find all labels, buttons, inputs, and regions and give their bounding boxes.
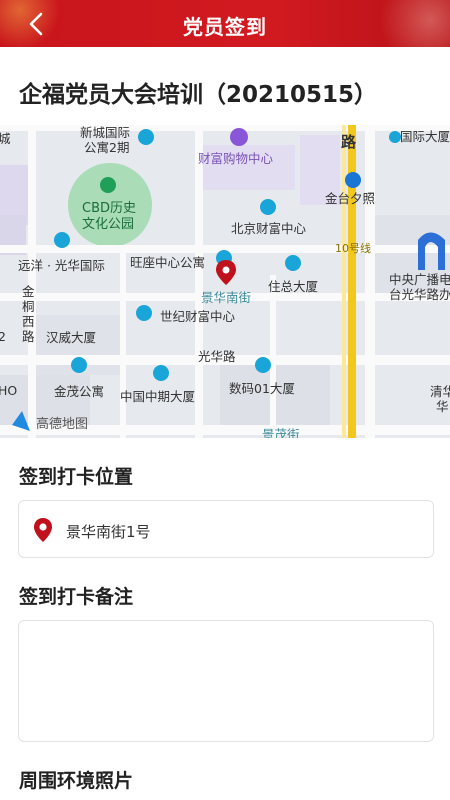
- poi-icon: [389, 132, 399, 142]
- map-label: 路: [341, 133, 357, 151]
- map-label: 公寓2期: [84, 140, 129, 155]
- map-label: HO: [0, 383, 17, 398]
- map-label: 2: [0, 329, 6, 344]
- checkin-remark-input[interactable]: [19, 621, 433, 741]
- checkin-remark-label: 签到打卡备注: [19, 586, 134, 608]
- map-label: 城: [0, 131, 11, 146]
- event-title: 企福党员大会培训（20210515）: [19, 82, 378, 108]
- metro-station-icon: [345, 172, 361, 188]
- location-pin-icon: [34, 518, 52, 542]
- map-label: CBD历史: [82, 201, 136, 216]
- map-label: 西: [22, 314, 35, 329]
- location-map[interactable]: 城 新城国际 公寓2期 财富购物中心 路 国际大厦 CBD历史 文化公园 金台夕…: [0, 125, 450, 438]
- poi-icon: [255, 357, 271, 373]
- map-label: 财富购物中心: [198, 151, 274, 166]
- map-label: 金: [22, 284, 35, 299]
- map-label: 景茂街: [262, 427, 300, 438]
- map-label: 北京财富中心: [231, 221, 307, 236]
- map-label: 10号线: [335, 241, 371, 255]
- map-label: 台光华路办: [389, 287, 450, 302]
- event-title-section: 企福党员大会培训（20210515）: [0, 47, 450, 125]
- poi-icon: [260, 199, 276, 215]
- map-label: 中国中期大厦: [120, 389, 195, 404]
- map-label: 新城国际: [80, 125, 130, 140]
- map-label: 路: [22, 329, 35, 344]
- poi-icon: [136, 305, 152, 321]
- checkin-location-value: 景华南街1号: [66, 523, 151, 541]
- map-label: 景华南街: [201, 290, 251, 305]
- map-provider-label: 高德地图: [36, 416, 88, 432]
- checkin-location-label: 签到打卡位置: [19, 466, 134, 488]
- map-road: [120, 245, 126, 438]
- shopping-icon: [230, 128, 248, 146]
- map-label: 华: [436, 399, 449, 414]
- photos-section: 周围环境照片: [0, 752, 450, 800]
- map-label: 清华: [430, 384, 450, 399]
- checkin-remark-field[interactable]: [18, 620, 434, 742]
- poi-icon: [54, 232, 70, 248]
- poi-icon: [285, 255, 301, 271]
- map-road: [0, 125, 450, 131]
- map-label: 金台夕照: [325, 191, 375, 206]
- map-road: [270, 275, 276, 438]
- page-title: 党员签到: [183, 15, 267, 39]
- map-label: 中央广播电: [389, 272, 450, 287]
- map-label: 桐: [22, 299, 35, 314]
- park-icon: [100, 177, 116, 193]
- map-label: 光华路: [198, 349, 236, 364]
- map-label: 住总大厦: [268, 279, 318, 294]
- poi-icon: [138, 129, 154, 145]
- map-road: [365, 125, 375, 438]
- map-label: 国际大厦: [400, 129, 450, 144]
- map-label: 世纪财富中心: [160, 309, 236, 324]
- poi-icon: [71, 357, 87, 373]
- poi-icon: [153, 365, 169, 381]
- map-label: 数码01大厦: [229, 381, 295, 396]
- map-label: 文化公园: [82, 217, 134, 232]
- map-road: [28, 125, 36, 438]
- photos-label: 周围环境照片: [19, 770, 134, 792]
- app-header: 党员签到: [0, 0, 450, 47]
- map-label: 汉威大厦: [46, 330, 96, 345]
- metro-line-10: [348, 125, 356, 438]
- map-label: 远洋 · 光华国际: [18, 258, 105, 273]
- map-label: 金茂公寓: [54, 384, 104, 399]
- map-label: 旺座中心公寓: [130, 255, 205, 270]
- map-road: [195, 125, 203, 438]
- metro-line-10: [342, 125, 346, 438]
- checkin-location-field[interactable]: 景华南街1号: [18, 500, 434, 558]
